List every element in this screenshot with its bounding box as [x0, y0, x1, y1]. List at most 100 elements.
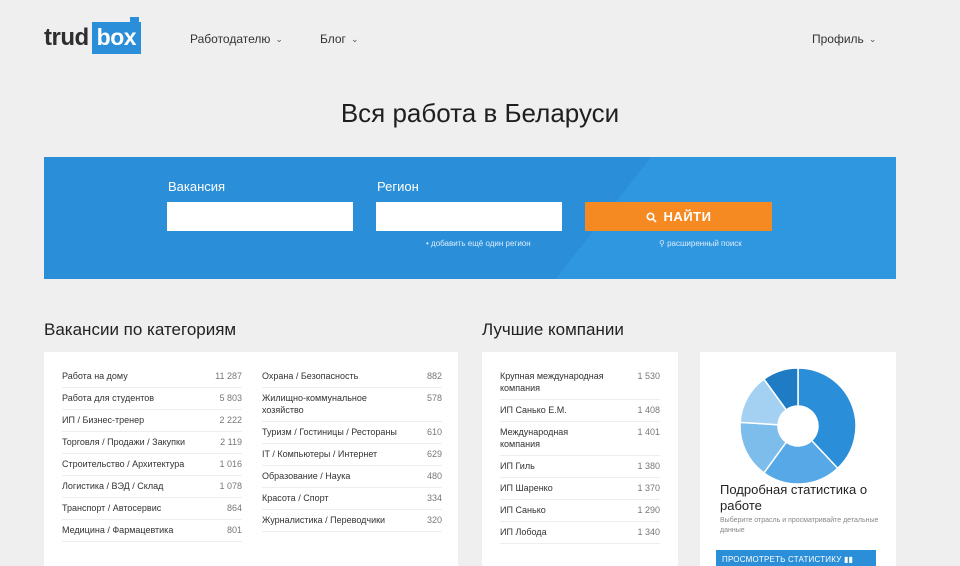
category-name: Логистика / ВЭД / Склад — [62, 481, 164, 491]
category-name: Транспорт / Автосервис — [62, 503, 162, 513]
view-statistics-button[interactable]: ПРОСМОТРЕТЬ СТАТИСТИКУ ▮▮ — [716, 550, 876, 566]
statistics-title: Подробная статистика о работе — [720, 482, 868, 513]
category-count: 334 — [426, 493, 442, 503]
category-name: Работа для студентов — [62, 393, 155, 403]
company-row[interactable]: ИП Гиль 1 380 — [500, 456, 660, 478]
logo-text-trud: trud — [44, 24, 89, 51]
company-count: 1 290 — [637, 505, 660, 515]
category-row[interactable]: Образование / Наука 480 — [262, 466, 442, 488]
company-row[interactable]: ИП Шаренко 1 370 — [500, 478, 660, 500]
category-row[interactable]: Строительство / Архитектура 1 016 — [62, 454, 242, 476]
view-statistics-label: ПРОСМОТРЕТЬ СТАТИСТИКУ — [722, 554, 842, 564]
categories-card: Работа на дому 11 287 Работа для студенто… — [44, 352, 458, 566]
bar-chart-icon: ▮▮ — [843, 554, 854, 564]
company-row[interactable]: ИП Лобода 1 340 — [500, 522, 660, 544]
category-name: Медицина / Фармацевтика — [62, 525, 174, 535]
company-name: ИП Лобода — [500, 527, 547, 537]
company-name: Международная компания — [500, 427, 569, 449]
statistics-card: Подробная статистика о работе Выберите о… — [700, 352, 896, 566]
category-name: Туризм / Гостиницы / Рестораны — [262, 427, 397, 437]
categories-right-column: Охрана / Безопасность 882 Жилищно-коммуна… — [262, 366, 442, 532]
category-count: 5 803 — [219, 393, 242, 403]
company-count: 1 370 — [637, 483, 660, 493]
company-name: ИП Шаренко — [500, 483, 553, 493]
page-title: Вся работа в Беларуси — [340, 98, 620, 128]
category-row[interactable]: Журналистика / Переводчики 320 — [262, 510, 442, 532]
category-row[interactable]: Туризм / Гостиницы / Рестораны 610 — [262, 422, 442, 444]
category-row[interactable]: Работа на дому 11 287 — [62, 366, 242, 388]
region-input[interactable] — [376, 202, 562, 231]
nav-employers-label: Работодателю — [190, 32, 271, 46]
company-name: ИП Гиль — [500, 461, 535, 471]
vacancy-input[interactable] — [167, 202, 353, 231]
statistics-description: Выберите отрасль и просматривайте деталь… — [720, 517, 879, 534]
category-count: 1 078 — [219, 481, 242, 491]
chevron-down-icon: ⌄ — [868, 33, 877, 44]
logo-text-box: box — [91, 17, 142, 54]
category-count: 610 — [426, 427, 442, 437]
company-row[interactable]: ИП Санько Е.М. 1 408 — [500, 400, 660, 422]
find-button-label: НАЙТИ — [663, 209, 712, 224]
search-icon: ⚲ — [659, 239, 668, 248]
company-row[interactable]: ИП Санько 1 290 — [500, 500, 660, 522]
advanced-search-link[interactable]: ⚲ расширенный поиск — [659, 239, 742, 248]
advanced-search-label: расширенный поиск — [667, 239, 742, 248]
category-count: 480 — [426, 471, 442, 481]
category-count: 801 — [226, 525, 242, 535]
company-count: 1 340 — [637, 527, 660, 537]
category-row[interactable]: Красота / Спорт 334 — [262, 488, 442, 510]
companies-title: Лучшие компании — [482, 320, 624, 339]
category-count: 2 119 — [220, 437, 242, 447]
find-button[interactable]: НАЙТИ — [585, 202, 772, 231]
category-row[interactable]: Торговля / Продажи / Закупки 2 119 — [62, 432, 242, 454]
company-count: 1 380 — [637, 461, 660, 471]
category-row[interactable]: Охрана / Безопасность 882 — [262, 366, 442, 388]
logo[interactable]: trud box — [44, 17, 142, 54]
chevron-down-icon: ⌄ — [275, 33, 283, 44]
categories-title: Вакансии по категориям — [44, 320, 237, 339]
category-count: 1 016 — [219, 459, 242, 469]
add-region-link[interactable]: • добавить ещё один регион — [426, 239, 531, 248]
category-count: 864 — [226, 503, 242, 513]
category-name: Строительство / Архитектура — [62, 459, 185, 469]
region-label: Регион — [377, 179, 419, 194]
category-row[interactable]: Работа для студентов 5 803 — [62, 388, 242, 410]
category-name: Журналистика / Переводчики — [262, 515, 386, 525]
company-count: 1 401 — [637, 427, 660, 437]
companies-card: Крупная международная компания 1 530 ИП С… — [482, 352, 678, 566]
vacancy-label: Вакансия — [168, 179, 226, 194]
search-panel: Вакансия Регион НАЙТИ • добавить ещё оди… — [44, 157, 896, 279]
category-name: Работа на дому — [62, 371, 128, 381]
company-row[interactable]: Крупная международная компания 1 530 — [500, 366, 660, 400]
companies-list: Крупная международная компания 1 530 ИП С… — [500, 366, 660, 544]
category-name: Охрана / Безопасность — [262, 371, 359, 381]
company-row[interactable]: Международная компания 1 401 — [500, 422, 660, 456]
nav-profile-label: Профиль — [812, 32, 864, 46]
nav-blog[interactable]: Блог ⌄ — [320, 32, 358, 46]
nav-profile[interactable]: Профиль ⌄ — [812, 32, 876, 46]
statistics-pie-chart — [739, 367, 857, 485]
company-name: Крупная международная компания — [500, 371, 604, 393]
nav-blog-label: Блог — [320, 32, 346, 46]
category-row[interactable]: Медицина / Фармацевтика 801 — [62, 520, 242, 542]
category-count: 882 — [426, 371, 442, 381]
category-count: 11 287 — [215, 371, 242, 381]
company-count: 1 530 — [637, 371, 660, 381]
category-name: Жилищно-коммунальное хозяйство — [262, 393, 367, 415]
category-count: 320 — [426, 515, 442, 525]
category-row[interactable]: Жилищно-коммунальное хозяйство 578 — [262, 388, 442, 422]
category-row[interactable]: ИП / Бизнес-тренер 2 222 — [62, 410, 242, 432]
category-row[interactable]: Транспорт / Автосервис 864 — [62, 498, 242, 520]
nav-employers[interactable]: Работодателю ⌄ — [190, 32, 283, 46]
header: trud box Работодателю ⌄ Блог ⌄ Профиль ⌄ — [0, 0, 960, 80]
category-row[interactable]: Логистика / ВЭД / Склад 1 078 — [62, 476, 242, 498]
category-count: 2 222 — [219, 415, 242, 425]
category-name: Образование / Наука — [262, 471, 351, 481]
category-count: 629 — [426, 449, 442, 459]
company-name: ИП Санько Е.М. — [500, 405, 567, 415]
categories-left-column: Работа на дому 11 287 Работа для студенто… — [62, 366, 242, 542]
category-name: IT / Компьютеры / Интернет — [262, 449, 378, 459]
search-icon — [646, 211, 657, 223]
category-row[interactable]: IT / Компьютеры / Интернет 629 — [262, 444, 442, 466]
category-name: ИП / Бизнес-тренер — [62, 415, 145, 425]
